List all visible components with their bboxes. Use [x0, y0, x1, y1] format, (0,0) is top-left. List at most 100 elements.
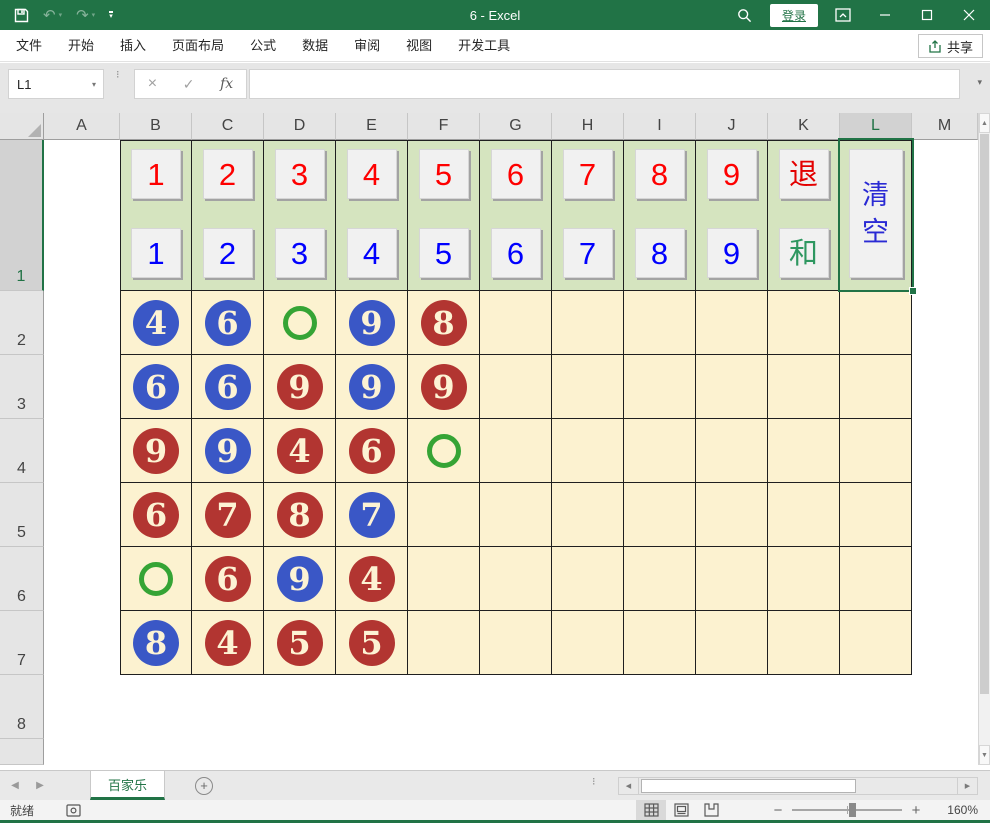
cell-F2[interactable]: 8: [408, 291, 480, 355]
cell-L5[interactable]: [840, 483, 912, 547]
cell-C2[interactable]: 6: [192, 291, 264, 355]
clear-button[interactable]: 清空: [849, 149, 903, 278]
cell-I6[interactable]: [624, 547, 696, 611]
row-header-8[interactable]: 8: [0, 675, 44, 739]
cell-L3[interactable]: [840, 355, 912, 419]
bet-blue-2-button[interactable]: 2: [203, 228, 253, 278]
cell-I1[interactable]: 88: [624, 140, 696, 291]
bet-red-6-button[interactable]: 6: [491, 149, 541, 199]
zoom-out-icon[interactable]: −: [768, 802, 788, 819]
column-header-A[interactable]: A: [44, 113, 120, 140]
ribbon-tab-页面布局[interactable]: 页面布局: [159, 30, 237, 61]
cell-K3[interactable]: [768, 355, 840, 419]
refund-button[interactable]: 退: [779, 149, 829, 199]
redo-button[interactable]: ↷▾: [76, 6, 95, 24]
horizontal-scrollbar[interactable]: ◀ ▶: [618, 777, 978, 795]
minimize-button[interactable]: [864, 0, 906, 30]
cell-B3[interactable]: 6: [120, 355, 192, 419]
cell-D1[interactable]: 33: [264, 140, 336, 291]
cell-D4[interactable]: 4: [264, 419, 336, 483]
cell-C6[interactable]: 6: [192, 547, 264, 611]
horizontal-scroll-thumb[interactable]: [641, 779, 856, 793]
cell-E4[interactable]: 6: [336, 419, 408, 483]
row-header-2[interactable]: 2: [0, 291, 44, 355]
zoom-in-icon[interactable]: +: [906, 802, 926, 819]
cell-I9[interactable]: [624, 739, 696, 765]
cell-H6[interactable]: [552, 547, 624, 611]
cell-G2[interactable]: [480, 291, 552, 355]
sheet-tab-active[interactable]: 百家乐: [90, 771, 165, 800]
cell-J2[interactable]: [696, 291, 768, 355]
cell-B6[interactable]: [120, 547, 192, 611]
cell-K6[interactable]: [768, 547, 840, 611]
cell-F8[interactable]: [408, 675, 480, 739]
bet-blue-6-button[interactable]: 6: [491, 228, 541, 278]
tie-button[interactable]: 和: [779, 228, 829, 278]
cell-A7[interactable]: [44, 611, 120, 675]
cell-C1[interactable]: 22: [192, 140, 264, 291]
cell-H8[interactable]: [552, 675, 624, 739]
name-box-dropdown-icon[interactable]: ▾: [85, 80, 103, 89]
cell-H2[interactable]: [552, 291, 624, 355]
customize-qat-button[interactable]: ▾: [109, 11, 113, 20]
bet-blue-1-button[interactable]: 1: [131, 228, 181, 278]
bet-red-2-button[interactable]: 2: [203, 149, 253, 199]
macro-record-icon[interactable]: [66, 804, 81, 817]
cell-K8[interactable]: [768, 675, 840, 739]
cell-I7[interactable]: [624, 611, 696, 675]
cell-F6[interactable]: [408, 547, 480, 611]
cell-L4[interactable]: [840, 419, 912, 483]
bet-red-4-button[interactable]: 4: [347, 149, 397, 199]
cell-B1[interactable]: 11: [120, 140, 192, 291]
ribbon-tab-审阅[interactable]: 审阅: [341, 30, 393, 61]
bet-blue-4-button[interactable]: 4: [347, 228, 397, 278]
cell-L7[interactable]: [840, 611, 912, 675]
zoom-level-label[interactable]: 160%: [934, 803, 978, 817]
column-header-I[interactable]: I: [624, 113, 696, 140]
cell-L1[interactable]: 清空: [840, 140, 912, 291]
cell-E7[interactable]: 5: [336, 611, 408, 675]
cell-D9[interactable]: [264, 739, 336, 765]
row-header-4[interactable]: 4: [0, 419, 44, 483]
cell-H9[interactable]: [552, 739, 624, 765]
cell-M9[interactable]: [912, 739, 978, 765]
ribbon-tab-开始[interactable]: 开始: [55, 30, 107, 61]
cell-G3[interactable]: [480, 355, 552, 419]
cell-F9[interactable]: [408, 739, 480, 765]
column-header-D[interactable]: D: [264, 113, 336, 140]
cell-I8[interactable]: [624, 675, 696, 739]
page-break-view-icon[interactable]: [696, 800, 726, 820]
cell-M5[interactable]: [912, 483, 978, 547]
cell-J6[interactable]: [696, 547, 768, 611]
insert-function-icon[interactable]: fx: [220, 76, 233, 92]
name-box[interactable]: L1 ▾: [8, 69, 104, 99]
cell-H3[interactable]: [552, 355, 624, 419]
ribbon-display-options-icon[interactable]: [822, 0, 864, 30]
ribbon-tab-插入[interactable]: 插入: [107, 30, 159, 61]
cell-M4[interactable]: [912, 419, 978, 483]
cell-D8[interactable]: [264, 675, 336, 739]
sheet-nav-right-icon[interactable]: ▶: [30, 780, 50, 791]
cell-J4[interactable]: [696, 419, 768, 483]
cell-G4[interactable]: [480, 419, 552, 483]
cell-J8[interactable]: [696, 675, 768, 739]
cell-C5[interactable]: 7: [192, 483, 264, 547]
cell-G1[interactable]: 66: [480, 140, 552, 291]
cell-I4[interactable]: [624, 419, 696, 483]
cell-E6[interactable]: 4: [336, 547, 408, 611]
add-sheet-icon[interactable]: +: [195, 777, 213, 795]
cell-I5[interactable]: [624, 483, 696, 547]
vertical-scrollbar[interactable]: ▲ ▼: [978, 113, 990, 765]
column-header-L[interactable]: L: [840, 113, 912, 140]
cell-E8[interactable]: [336, 675, 408, 739]
cell-D2[interactable]: [264, 291, 336, 355]
bet-red-8-button[interactable]: 8: [635, 149, 685, 199]
cell-E2[interactable]: 9: [336, 291, 408, 355]
search-icon[interactable]: [724, 0, 766, 30]
cell-A2[interactable]: [44, 291, 120, 355]
row-header-5[interactable]: 5: [0, 483, 44, 547]
cell-C7[interactable]: 4: [192, 611, 264, 675]
cell-H4[interactable]: [552, 419, 624, 483]
cell-D7[interactable]: 5: [264, 611, 336, 675]
cell-K1[interactable]: 退和: [768, 140, 840, 291]
